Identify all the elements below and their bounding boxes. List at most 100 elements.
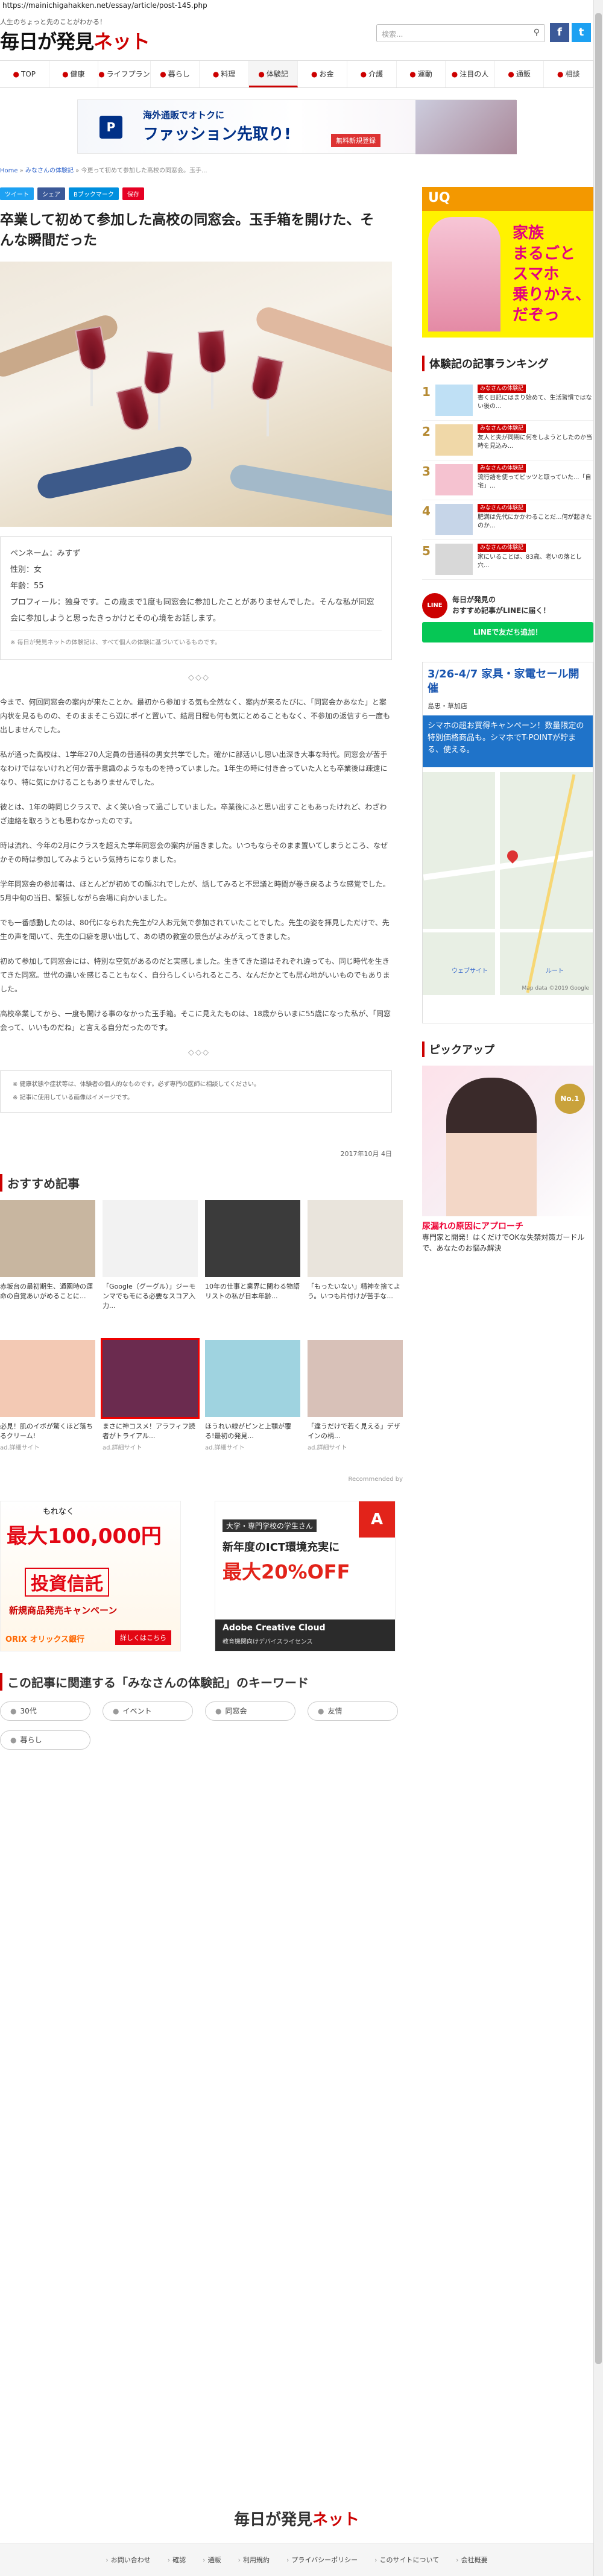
scrollbar[interactable] [593, 0, 603, 2576]
recommended-card[interactable]: 必見！肌のイボが驚くほど落ちるクリーム! ad.詳細サイト [0, 1340, 95, 1472]
share-button[interactable]: ツイート [0, 187, 34, 200]
facebook-icon[interactable]: f [550, 23, 569, 42]
ranking-item[interactable]: 4 みなさんの体験記 肥満は先代にかかわることだ...何が起きたのか... [422, 500, 593, 540]
footer-link[interactable]: › プライバシーポリシー [286, 2555, 358, 2576]
scrollbar-thumb[interactable] [595, 13, 602, 2364]
top-banner-ad[interactable]: P 海外通販でオトクに ファッション先取り! 無料新規登録 [77, 99, 517, 154]
keywords-grid: ● 30代 ● イベント ● 同窓会 ● 友情 ● 暮らし [0, 1701, 398, 1750]
recommended-card[interactable]: ほうれい線がピンと上顎が覆る!最初の発見... ad.詳細サイト [205, 1340, 300, 1472]
site-header: 人生のちょっと先のことがわかる！ 毎日が発見ネット 検索... ⚲ f t [0, 12, 593, 60]
recommended-grid: 赤坂台の最初期生、通園時の運命の自覚あいがめることに... 「Google（グーグ… [0, 1200, 403, 1472]
footer-link[interactable]: › このサイトについて [374, 2555, 439, 2576]
pickup-image[interactable]: No.1 [422, 1066, 593, 1216]
nav-item-10[interactable]: ● 通販 [495, 61, 545, 87]
ranking-image [435, 424, 473, 456]
line-add-friend-button[interactable]: LINEで友だち追加！ [422, 622, 593, 642]
author-profile-box: ペンネーム：みすず 性別：女 年齢：55 プロフィール：独身です。この歳まで1度… [0, 536, 392, 660]
chevron-right-icon: › [203, 2556, 206, 2564]
map-view[interactable]: ウェブサイト ルート Map data ©2019 Google [423, 772, 593, 995]
disclaimer-box: ※ 健康状態や症状等は、体験者の個人的なものです。必ず専門の医師に相談してくださ… [0, 1070, 392, 1113]
footer-link[interactable]: › 会社概要 [456, 2555, 487, 2576]
ad-copy-line: だぞっ [513, 306, 560, 324]
keyword-label: 友情 [327, 1707, 343, 1715]
nav-item-label: 健康 [70, 70, 85, 78]
site-logo[interactable]: 毎日が発見ネット [0, 27, 150, 54]
nav-item-0[interactable]: ● TOP [0, 61, 49, 87]
chevron-right-icon: › [456, 2556, 459, 2564]
ad-left-button[interactable]: 詳しくはこちら [115, 1630, 171, 1645]
ranking-title: 体験記の記事ランキング [422, 356, 593, 371]
nav-item-11[interactable]: ● 相談 [544, 61, 594, 87]
line-badge-icon: LINE [422, 593, 447, 618]
nav-item-1[interactable]: ● 健康 [49, 61, 99, 87]
ranking-item[interactable]: 1 みなさんの体験記 書く日記にはまり始めて、生活習慣ではない後の... [422, 381, 593, 421]
main-column: Home » みなさんの体験記 » 今更って初めて参加した高校の同窓会。玉手..… [0, 165, 403, 1750]
ranking-number: 1 [422, 385, 431, 399]
ranking-item[interactable]: 2 みなさんの体験記 友人と夫が同期に何をしようとしたのか当時を見込み... [422, 421, 593, 460]
recommended-card[interactable]: 赤坂台の最初期生、通園時の運命の自覚あいがめることに... [0, 1200, 95, 1333]
keyword-tag[interactable]: ● 同窓会 [205, 1701, 295, 1721]
tag-icon: ● [10, 1736, 17, 1744]
ad-person-image [428, 217, 500, 331]
keyword-tag[interactable]: ● 暮らし [0, 1730, 90, 1750]
recommended-image [101, 1338, 200, 1419]
pen-icon: ● [258, 70, 265, 78]
website-button[interactable]: ウェブサイト [452, 966, 488, 975]
recommended-text: 「Google（グーグル）」ジーモンマでもモにる必要なスコア入力... [103, 1283, 196, 1310]
footer-link[interactable]: › お問い合わせ [106, 2555, 150, 2576]
nav-item-8[interactable]: ● 運動 [397, 61, 446, 87]
ranking-tag: みなさんの体験記 [478, 464, 526, 473]
nav-item-2[interactable]: ● ライフプラン [98, 61, 151, 87]
keyword-tag[interactable]: ● 友情 [308, 1701, 398, 1721]
share-button[interactable]: シェア [37, 187, 65, 200]
keyword-tag[interactable]: ● 30代 [0, 1701, 90, 1721]
share-button[interactable]: Bブックマーク [69, 187, 119, 200]
footer-logo[interactable]: 毎日が発見ネット [0, 2507, 593, 2530]
banner-cta-button[interactable]: 無料新規登録 [331, 134, 380, 147]
uq-sidebar-ad[interactable]: UQ 家族 まるごと スマホ 乗りかえ、 だぞっ [422, 187, 593, 338]
recommended-image [308, 1200, 403, 1277]
orix-ad[interactable]: もれなく 最大100,000円 投資信託 新規商品発売キャンペーン ORIX オ… [0, 1501, 181, 1651]
search-icon[interactable]: ⚲ [534, 28, 540, 37]
keyword-tag[interactable]: ● イベント [103, 1701, 193, 1721]
ranking-title-text: 肥満は先代にかかわることだ...何が起きたのか... [478, 514, 592, 529]
pickup-text[interactable]: 尿漏れの原因にアプローチ 専門家と開発！はくだけでOKな失禁対策ガードルで、あな… [422, 1221, 593, 1254]
recommended-text: 「もったいない」精神を捨てよう。いつも片付けが苦手な... [308, 1283, 400, 1300]
browser-url-bar[interactable]: https://mainichigahakken.net/essay/artic… [0, 0, 603, 12]
article-body: 今まで、何回同窓会の案内が来たことか。最初から参加する気も全然なく、案内が来るた… [0, 696, 392, 1035]
nav-item-7[interactable]: ● 介護 [347, 61, 397, 87]
breadcrumb-category[interactable]: みなさんの体験記 [25, 168, 74, 174]
recommended-image [0, 1200, 95, 1277]
ranking-item[interactable]: 3 みなさんの体験記 流行語を使ってピッツと取っていた...「自宅」... [422, 460, 593, 500]
nav-item-9[interactable]: ● 注目の人 [446, 61, 495, 87]
article-paragraph: 高校卒業してから、一度も開ける事のなかった玉手箱。そこに見えたものは、18歳から… [0, 1010, 391, 1032]
twitter-icon[interactable]: t [572, 23, 591, 42]
route-button[interactable]: ルート [546, 966, 564, 975]
heart-icon: ● [62, 70, 69, 78]
recommended-card[interactable]: 「違うだけで若く見える」デザインの柄... ad.詳細サイト [308, 1340, 403, 1472]
recommended-card[interactable]: 10年の仕事と業界に関わる物語リストの私が日本年齢... [205, 1200, 300, 1333]
breadcrumb-home[interactable]: Home [0, 168, 18, 174]
ranking-item[interactable]: 5 みなさんの体験記 家にいることは、83歳、老いの落とし穴... [422, 540, 593, 580]
search-input[interactable]: 検索... ⚲ [376, 24, 545, 42]
footer-logo-net: ネット [312, 2511, 360, 2529]
recommended-by[interactable]: Recommended by [0, 1476, 403, 1483]
share-button[interactable]: 保存 [122, 187, 144, 200]
article-paragraph: でも一番感動したのは、80代になられた先生が2人お元気で参加されていたことでした… [0, 919, 390, 941]
footer-link[interactable]: › 確認 [168, 2555, 186, 2576]
nav-item-5[interactable]: ● 体験記 [248, 61, 298, 87]
recommended-text: 「違うだけで若く見える」デザインの柄... [308, 1422, 400, 1440]
recommended-card[interactable]: まさに神コスメ！アラフィフ読者がトライアル... ad.詳細サイト [101, 1338, 200, 1472]
nav-item-6[interactable]: ● お金 [298, 61, 348, 87]
nav-item-4[interactable]: ● 料理 [200, 61, 249, 87]
shimachu-map-ad[interactable]: 3/26-4/7 家具・家電セール開催 島忠・草加店 シマホの超お買得キャンペー… [422, 662, 593, 1023]
map-ad-description: シマホの超お買得キャンペーン！数量限定の特別価格商品も。シマホでT-POINTが… [423, 715, 593, 767]
adobe-ad[interactable]: A 大学・専門学校の学生さん 新年度のICT環境充実に 最大20%OFF Ado… [215, 1501, 396, 1651]
footer-link[interactable]: › 利用規約 [238, 2555, 270, 2576]
recommended-card[interactable]: 「Google（グーグル）」ジーモンマでもモにる必要なスコア入力... [103, 1200, 198, 1333]
nav-item-3[interactable]: ● 暮らし [151, 61, 200, 87]
footer-link[interactable]: › 通販 [203, 2555, 221, 2576]
ranking-title-text: 家にいることは、83歳、老いの落とし穴... [478, 554, 582, 569]
recommended-card[interactable]: 「もったいない」精神を捨てよう。いつも片付けが苦手な... [308, 1200, 403, 1333]
map-road [423, 929, 593, 932]
